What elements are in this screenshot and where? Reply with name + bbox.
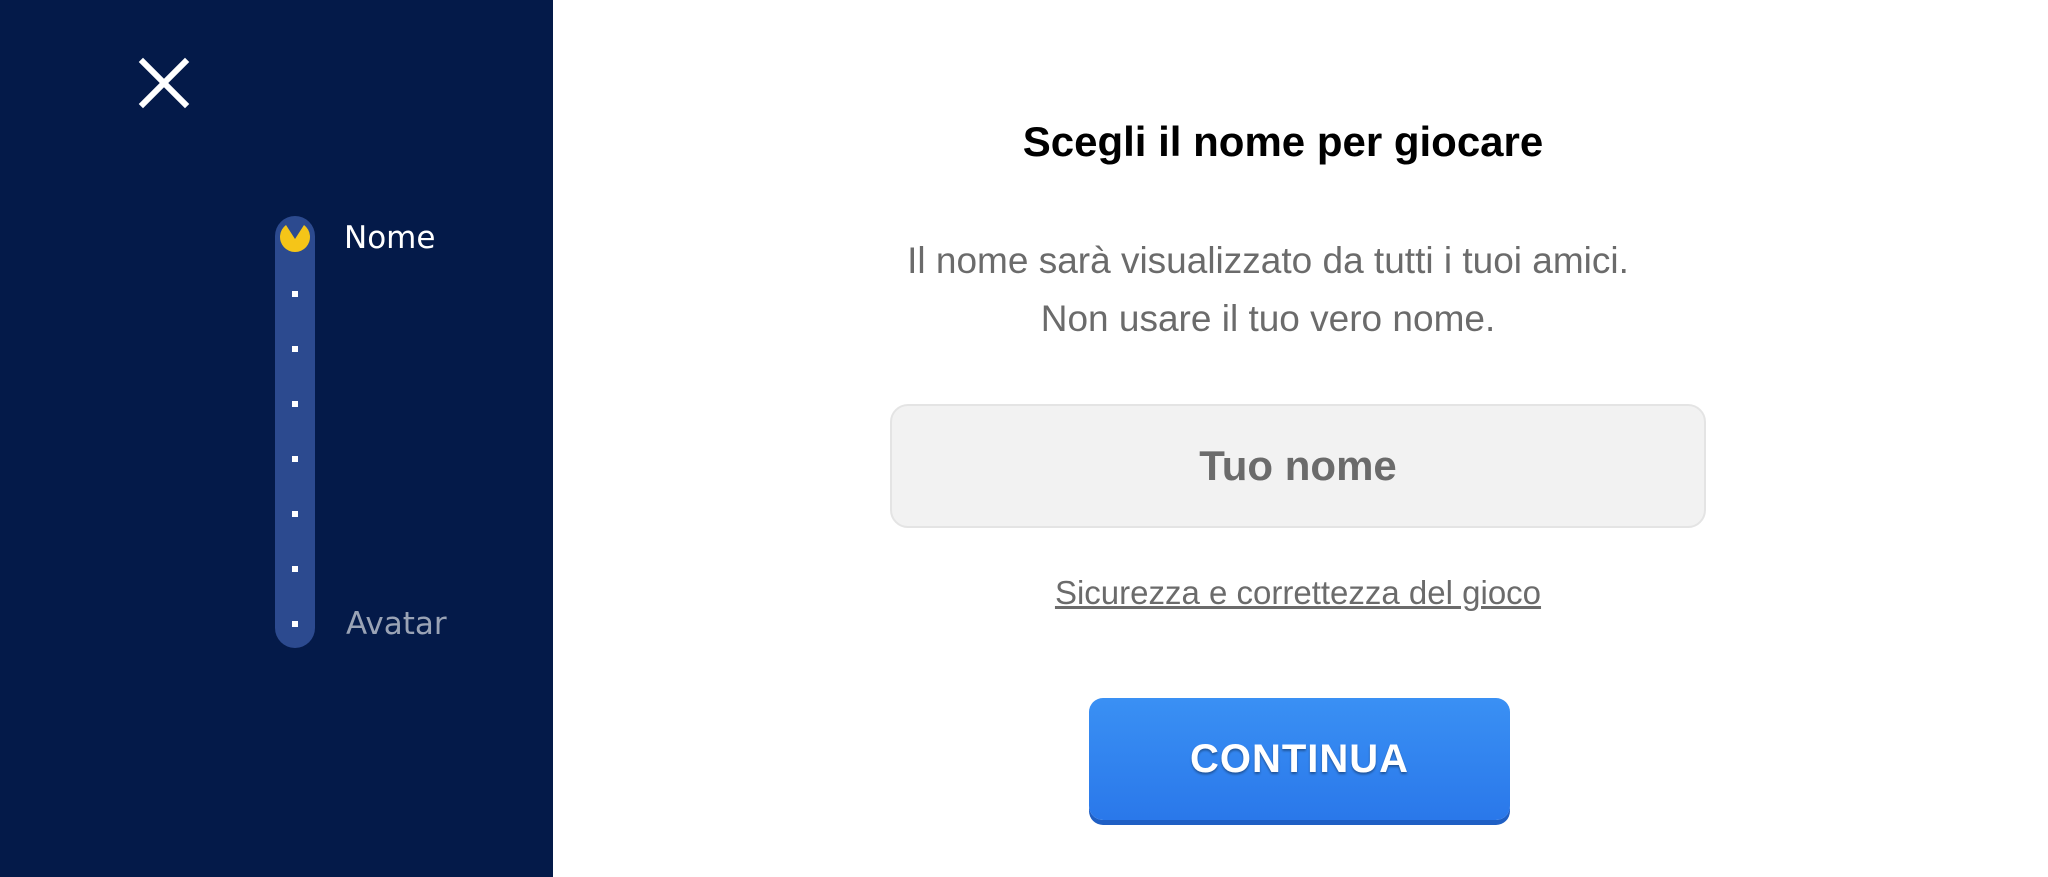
close-button[interactable] <box>137 56 191 110</box>
close-icon <box>138 57 190 109</box>
step-progress-track <box>275 216 315 648</box>
safety-fairness-link[interactable]: Sicurezza e correttezza del gioco <box>890 574 1706 612</box>
main-panel: Scegli il nome per giocare Il nome sarà … <box>553 0 2048 877</box>
pacman-icon <box>280 225 310 252</box>
step-label-avatar: Avatar <box>346 606 447 642</box>
page-title: Scegli il nome per giocare <box>1022 118 1544 165</box>
step-dot <box>292 456 298 462</box>
progress-sidebar: Nome Avatar <box>0 0 553 877</box>
subtitle-line-1: Il nome sarà visualizzato da tutti i tuo… <box>907 240 1629 281</box>
name-input[interactable] <box>890 404 1706 528</box>
step-dot <box>292 346 298 352</box>
step-dot <box>292 291 298 297</box>
step-dot <box>292 511 298 517</box>
step-dot <box>292 401 298 407</box>
step-label-nome: Nome <box>344 220 436 256</box>
subtitle-line-2: Non usare il tuo vero nome. <box>1040 298 1496 339</box>
step-dot <box>292 566 298 572</box>
name-selection-screen: Nome Avatar Scegli il nome per giocare I… <box>0 0 2048 877</box>
step-dot <box>292 621 298 627</box>
continue-button[interactable]: CONTINUA <box>1089 698 1510 820</box>
